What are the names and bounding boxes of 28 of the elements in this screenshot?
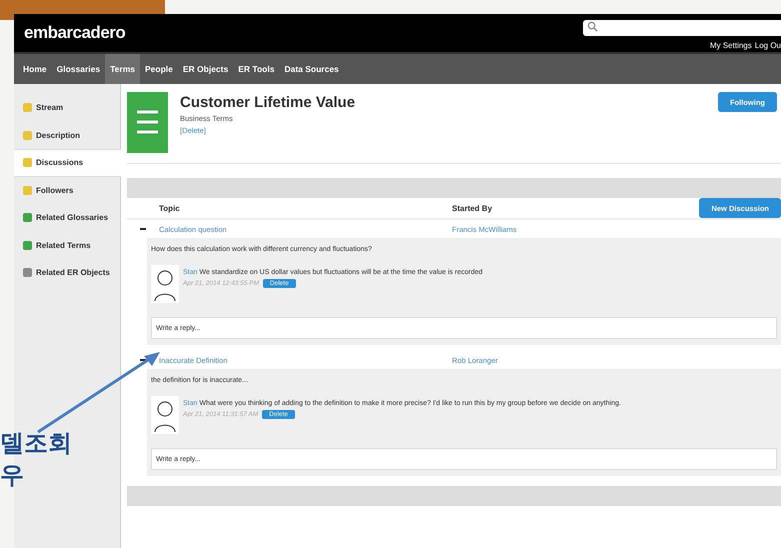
sidebar-item[interactable]: Description xyxy=(14,122,120,149)
nav-tab[interactable]: Data Sources xyxy=(279,54,344,84)
sidebar-item[interactable]: Related Terms xyxy=(14,232,120,259)
user-link[interactable]: Log Ou xyxy=(754,41,781,50)
nav-tab[interactable]: People xyxy=(140,54,178,84)
term-title: Customer Lifetime Value xyxy=(180,94,356,111)
collapse-icon[interactable] xyxy=(140,357,146,363)
avatar-icon xyxy=(151,396,179,434)
sidebar-item[interactable]: Discussions xyxy=(14,149,121,176)
nav-tab[interactable]: Terms xyxy=(105,54,140,84)
sidebar-item[interactable]: Stream xyxy=(14,94,120,122)
nav-tab[interactable]: ER Tools xyxy=(233,54,280,84)
column-header: Started By xyxy=(452,204,494,212)
list-icon xyxy=(127,92,168,153)
sidebar-item[interactable]: Related Glossaries xyxy=(14,204,120,232)
search-field[interactable] xyxy=(583,20,781,36)
nav-tab[interactable]: ER Objects xyxy=(178,54,234,84)
column-header: Topic xyxy=(158,204,181,212)
user-link[interactable]: My Settings xyxy=(710,41,752,50)
sidebar-item[interactable]: Followers xyxy=(14,176,120,204)
annotation-text: 델조회 xyxy=(0,430,72,456)
sidebar-item[interactable]: Related ER Objects xyxy=(14,259,120,286)
nav-tab[interactable]: Home xyxy=(18,54,52,84)
nav-tab[interactable]: Glossaries xyxy=(52,54,106,84)
logo: embarcadero xyxy=(24,23,126,43)
avatar-icon xyxy=(151,265,179,303)
annotation-text: 우 xyxy=(0,462,25,489)
search-icon xyxy=(587,20,598,32)
